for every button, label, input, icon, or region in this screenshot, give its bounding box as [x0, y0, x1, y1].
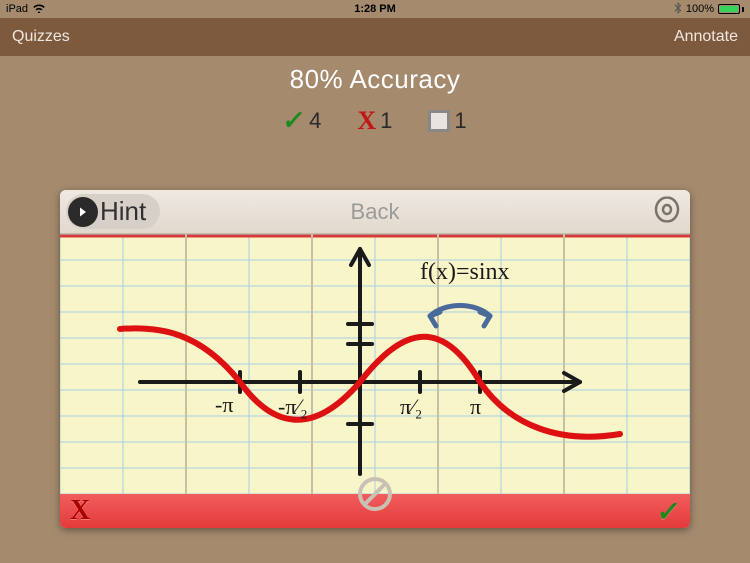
score-skipped: 1	[428, 108, 466, 134]
score-correct: ✓ 4	[283, 105, 321, 136]
clock: 1:28 PM	[354, 3, 396, 15]
card-toolbar: Hint Back	[60, 190, 690, 234]
battery-icon	[718, 4, 744, 14]
svg-text:-π⁄₂: -π⁄₂	[278, 394, 308, 419]
wifi-icon	[32, 2, 46, 16]
mark-correct-button[interactable]: ✓	[655, 495, 682, 528]
svg-text:π: π	[470, 394, 481, 419]
status-bar: iPad 1:28 PM 100%	[0, 0, 750, 18]
graph-svg: -π -π⁄₂ π⁄₂ π f(x)=sinx	[60, 234, 690, 494]
arrow-right-icon	[68, 197, 98, 227]
wrong-count: 1	[380, 108, 392, 134]
quizzes-button[interactable]: Quizzes	[12, 28, 70, 46]
check-icon: ✓	[281, 105, 307, 136]
card-answer-bar: X ✓	[60, 494, 690, 528]
accuracy-title: 80% Accuracy	[0, 64, 750, 95]
accuracy-header: 80% Accuracy ✓ 4 X 1 1	[0, 56, 750, 136]
annotate-button[interactable]: Annotate	[674, 28, 738, 46]
device-label: iPad	[6, 3, 28, 15]
hint-button[interactable]: Hint	[66, 194, 160, 229]
app-screen: iPad 1:28 PM 100% Quizzes Annotate 80% A…	[0, 0, 750, 563]
x-icon: X	[357, 106, 376, 136]
skipped-count: 1	[454, 108, 466, 134]
mark-wrong-button[interactable]: X	[70, 495, 90, 527]
function-label: f(x)=sinx	[420, 259, 510, 285]
hint-label: Hint	[100, 196, 146, 227]
target-icon[interactable]	[654, 196, 680, 227]
back-button[interactable]: Back	[351, 199, 400, 225]
battery-percent: 100%	[686, 3, 714, 15]
unanswered-square-icon	[428, 110, 450, 132]
svg-text:-π: -π	[215, 392, 233, 417]
graph-panel: -π -π⁄₂ π⁄₂ π f(x)=sinx	[60, 234, 690, 494]
score-row: ✓ 4 X 1 1	[0, 105, 750, 136]
svg-text:π⁄₂: π⁄₂	[400, 394, 422, 419]
nav-bar: Quizzes Annotate	[0, 18, 750, 56]
score-wrong: X 1	[357, 106, 392, 136]
cancel-button[interactable]	[357, 476, 393, 512]
bluetooth-icon	[674, 2, 682, 17]
correct-count: 4	[309, 108, 321, 134]
flashcard: Hint Back	[60, 190, 690, 528]
